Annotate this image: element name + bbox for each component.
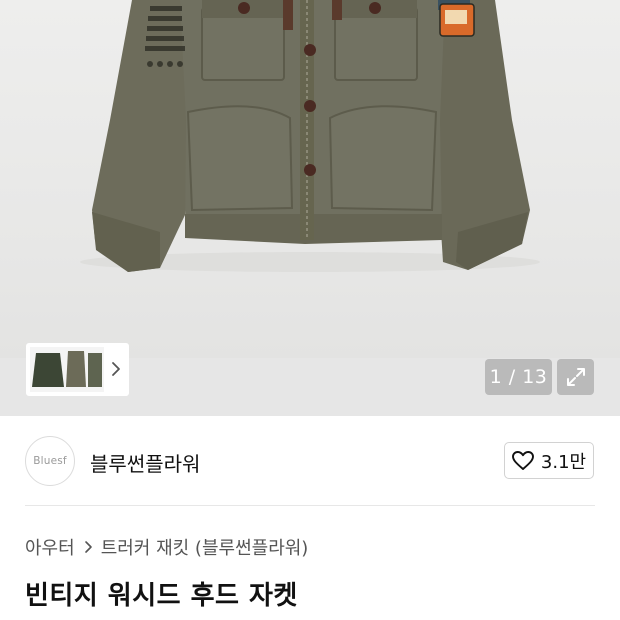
breadcrumb-subcategory[interactable]: 트러커 재킷 (블루썬플라워) <box>101 534 309 560</box>
chevron-right-icon <box>84 541 92 553</box>
chevron-right-icon[interactable] <box>109 357 123 381</box>
like-button[interactable]: 3.1만 <box>504 442 594 479</box>
breadcrumb: 아우터 트러커 재킷 (블루썬플라워) <box>25 534 308 560</box>
thumbnail-images[interactable] <box>30 347 104 392</box>
divider <box>25 505 595 506</box>
brand-name[interactable]: 블루썬플라워 <box>90 448 200 477</box>
image-counter: 1 / 13 <box>485 359 552 395</box>
like-count: 3.1만 <box>540 451 587 473</box>
expand-icon <box>566 368 585 386</box>
breadcrumb-category[interactable]: 아우터 <box>25 534 75 560</box>
product-photo <box>80 0 540 272</box>
brand-row: Bluesf 블루썬플라워 3.1만 <box>0 416 620 507</box>
thumbnail-strip[interactable] <box>26 343 129 396</box>
expand-button[interactable] <box>557 359 594 395</box>
product-image-gallery[interactable]: 1 / 13 <box>0 0 620 416</box>
product-title: 빈티지 워시드 후드 자켓 <box>25 581 298 611</box>
brand-logo[interactable]: Bluesf <box>25 436 75 486</box>
heart-outline-icon <box>511 450 534 470</box>
